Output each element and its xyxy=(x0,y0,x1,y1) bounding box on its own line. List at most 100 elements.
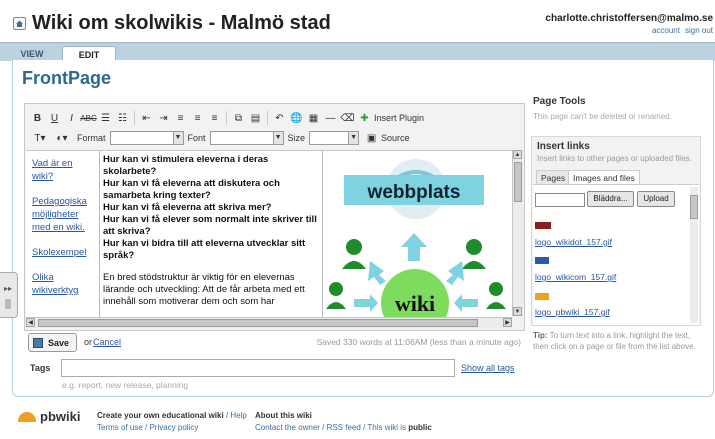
unordered-list-icon[interactable]: ☷ xyxy=(114,110,131,126)
saved-status: Saved 330 words at 11:06AM (less than a … xyxy=(316,337,521,347)
paragraph: En bred stödstruktur är viktig för en el… xyxy=(103,272,305,307)
file-path-input[interactable] xyxy=(535,193,585,207)
create-wiki-link[interactable]: Create your own educational wiki xyxy=(97,411,224,420)
link-globe-icon[interactable]: 🌐 xyxy=(288,110,305,126)
ordered-list-icon[interactable]: ☰ xyxy=(97,110,114,126)
scroll-up-icon[interactable]: ▲ xyxy=(513,150,522,159)
svg-text:▸▸: ▸▸ xyxy=(4,284,12,293)
scroll-left-icon[interactable]: ◀ xyxy=(26,318,35,327)
account-link[interactable]: account xyxy=(652,26,680,35)
editor-vertical-scrollbar[interactable]: ▲ ▼ xyxy=(512,150,523,316)
cancel-link[interactable]: Cancel xyxy=(93,337,121,347)
chevron-down-icon: ▼ xyxy=(272,132,283,144)
content-link[interactable]: Olika wikiverktyg xyxy=(32,271,96,297)
file-item[interactable]: logo_pbwiki_157.gif xyxy=(535,307,610,317)
insert-plugin-icon[interactable]: ✚ xyxy=(356,110,373,126)
chevron-down-icon: ▼ xyxy=(172,132,183,144)
logo-wikidot-thumbnail xyxy=(535,222,551,229)
scroll-right-icon[interactable]: ▶ xyxy=(503,318,512,327)
question: Hur kan vi få eleverna att diskutera och… xyxy=(103,178,280,201)
align-left-icon[interactable]: ≡ xyxy=(172,110,189,126)
about-wiki-heading: About this wiki xyxy=(255,411,312,420)
insert-links-title: Insert links xyxy=(537,141,590,152)
font-select[interactable]: ▼ xyxy=(209,131,284,145)
text-column: Hur kan vi stimulera eleverna i deras sk… xyxy=(103,154,317,308)
sign-out-link[interactable]: sign out xyxy=(685,26,713,35)
files-list: Bläddra... Upload logo_wikidot_157.gif l… xyxy=(533,184,699,325)
logo-wikicom-thumbnail xyxy=(535,257,549,264)
strikethrough-button[interactable]: ABC xyxy=(80,110,97,126)
file-item[interactable]: logo_wikidot_157.gif xyxy=(535,237,612,247)
help-link[interactable]: Help xyxy=(230,411,246,420)
content-link[interactable]: Vad är en wiki? xyxy=(32,157,96,183)
format-select[interactable]: ▼ xyxy=(109,131,184,145)
home-icon[interactable] xyxy=(13,17,26,30)
contact-rss-links[interactable]: Contact the owner / RSS feed / This wiki… xyxy=(255,423,406,432)
highlight-color-icon[interactable]: ◐▾ xyxy=(51,130,73,146)
file-item[interactable]: logo_wikicom_157.gif xyxy=(535,272,616,282)
tab-bar: VIEW EDIT xyxy=(0,42,715,63)
editor-toolbar-row-1: B U I ABC ☰ ☷ ⇤ ⇥ ≡ ≡ ≡ ⧉ ▤ ↶ 🌐 ▦ — ⌫ ✚ … xyxy=(29,109,428,127)
size-label: Size xyxy=(287,133,306,143)
italic-button[interactable]: I xyxy=(63,110,80,126)
scroll-down-icon[interactable]: ▼ xyxy=(513,307,522,316)
indent-icon[interactable]: ⇥ xyxy=(155,110,172,126)
footer-create-wiki: Create your own educational wiki / Help … xyxy=(97,411,247,434)
wiki-public-status: public xyxy=(408,423,432,432)
page-title: FrontPage xyxy=(22,68,112,88)
table-icon[interactable]: ▦ xyxy=(305,110,322,126)
editor-horizontal-scrollbar[interactable]: ◀ ▶ xyxy=(26,317,512,328)
insert-links-panel: Insert links Insert links to other pages… xyxy=(531,136,701,326)
show-all-tags-link[interactable]: Show all tags xyxy=(461,363,515,373)
pbwiki-sun-icon xyxy=(18,411,36,422)
top-bar: Wiki om skolwikis - Malmö stad charlotte… xyxy=(0,0,715,42)
align-right-icon[interactable]: ≡ xyxy=(206,110,223,126)
copy-icon[interactable]: ⧉ xyxy=(230,110,247,126)
footer-about-wiki: About this wiki Contact the owner / RSS … xyxy=(255,410,432,434)
content-link[interactable]: Skolexempel xyxy=(32,246,96,259)
user-links: account sign out xyxy=(647,26,713,35)
text-color-icon[interactable]: T▾ xyxy=(29,130,51,146)
underline-button[interactable]: U xyxy=(46,110,63,126)
size-select[interactable]: ▼ xyxy=(309,131,360,145)
save-button[interactable]: Save xyxy=(28,333,77,352)
paste-icon[interactable]: ▤ xyxy=(247,110,264,126)
diagram-top-label: webbplats xyxy=(367,182,461,203)
content-link[interactable]: Pedagogiska möjligheter med en wiki. xyxy=(32,195,96,234)
user-email: charlotte.christoffersen@malmo.se xyxy=(545,13,713,24)
eraser-icon[interactable]: ⌫ xyxy=(339,110,356,126)
horizontal-rule-icon[interactable]: — xyxy=(322,110,339,126)
files-scrollbar[interactable] xyxy=(690,187,698,323)
question: Hur kan vi få eleverna att skriva mer? xyxy=(103,202,272,213)
tags-label: Tags xyxy=(30,363,51,373)
or-text: or xyxy=(84,337,93,347)
bold-button[interactable]: B xyxy=(29,110,46,126)
undo-icon[interactable]: ↶ xyxy=(271,110,288,126)
font-label: Font xyxy=(187,133,206,143)
upload-button[interactable]: Upload xyxy=(637,191,675,207)
source-label[interactable]: Source xyxy=(381,133,410,143)
question: Hur kan vi stimulera eleverna i deras sk… xyxy=(103,154,269,177)
diagram-center-label: wiki xyxy=(395,291,435,316)
page-tools-note: This page can't be deleted or renamed. xyxy=(533,112,672,121)
editor-toolbar-row-2: T▾ ◐▾ Format ▼ Font ▼ Size ▼ ▣ Source xyxy=(29,129,414,147)
browse-button[interactable]: Bläddra... xyxy=(587,191,634,207)
outdent-icon[interactable]: ⇤ xyxy=(138,110,155,126)
sidebar-tip: Tip: To turn text into a link, highlight… xyxy=(533,331,696,351)
sidebar-collapse-handle[interactable]: ▸▸ xyxy=(0,272,18,318)
edit-area[interactable]: Vad är en wiki? Pedagogiska möjligheter … xyxy=(26,150,512,317)
tab-images-and-files[interactable]: Images and files xyxy=(568,170,640,185)
rich-text-editor: B U I ABC ☰ ☷ ⇤ ⇥ ≡ ≡ ≡ ⧉ ▤ ↶ 🌐 ▦ — ⌫ ✚ … xyxy=(24,103,525,331)
insert-plugin-label[interactable]: Insert Plugin xyxy=(374,113,424,123)
page-tools-title: Page Tools xyxy=(533,96,586,107)
tags-input[interactable] xyxy=(61,359,455,377)
question: Hur kan vi bidra till att eleverna utvec… xyxy=(103,238,306,261)
pbwiki-logo[interactable]: pbwiki xyxy=(18,409,80,424)
align-center-icon[interactable]: ≡ xyxy=(189,110,206,126)
site-title: Wiki om skolwikis - Malmö stad xyxy=(32,12,331,34)
source-icon[interactable]: ▣ xyxy=(363,130,380,146)
tab-pages[interactable]: Pages xyxy=(536,170,571,185)
question: Hur kan vi få elever som normalt inte sk… xyxy=(103,214,317,237)
link-column: Vad är en wiki? Pedagogiska möjligheter … xyxy=(32,157,96,309)
terms-privacy-links[interactable]: Terms of use / Privacy policy xyxy=(97,422,247,434)
